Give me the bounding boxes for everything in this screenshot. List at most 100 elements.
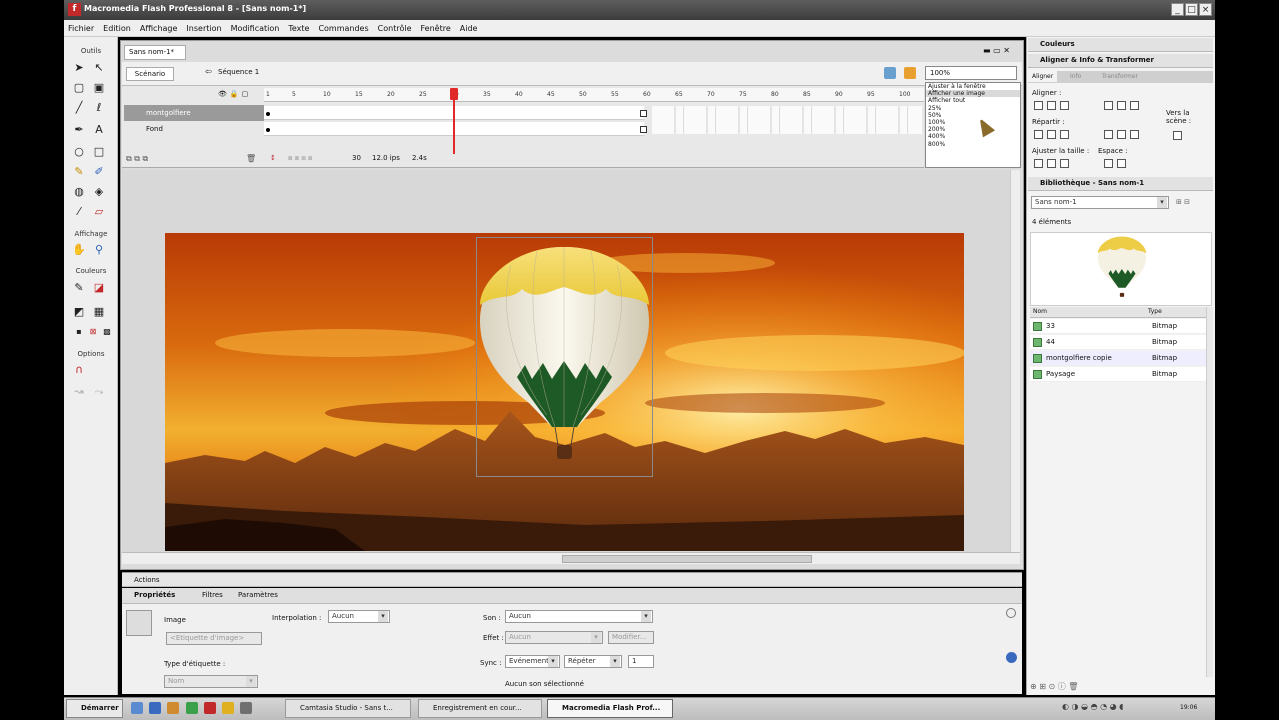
align-right-icon[interactable]	[1060, 101, 1069, 110]
repeat-select[interactable]: Répéter	[564, 655, 622, 668]
quicklaunch-icon[interactable]	[167, 702, 179, 714]
center-frame-icon[interactable]: ↕	[270, 154, 276, 162]
menu-aide[interactable]: Aide	[460, 20, 478, 37]
menu-texte[interactable]: Texte	[288, 20, 309, 37]
to-stage-toggle[interactable]	[1173, 131, 1182, 140]
align-middle-icon[interactable]	[1117, 101, 1126, 110]
selection-tool-icon[interactable]: ➤	[70, 59, 88, 77]
keyframe-end[interactable]	[640, 126, 647, 133]
library-select[interactable]: Sans nom-1	[1031, 196, 1169, 209]
tab-info[interactable]: Info	[1066, 71, 1085, 82]
paint-bucket-tool-icon[interactable]: ◈	[90, 183, 108, 201]
system-tray-icons[interactable]: ◐ ◑ ◒ ◓ ◔ ◕ ◖	[1062, 702, 1123, 711]
col-type[interactable]: Type	[1148, 308, 1162, 315]
library-item[interactable]: 33 Bitmap	[1030, 319, 1206, 334]
document-tab[interactable]: Sans nom-1*	[124, 45, 186, 60]
zoom-option[interactable]: 200%	[926, 126, 1020, 133]
align-top-icon[interactable]	[1104, 101, 1113, 110]
library-bottom-icons[interactable]: ⊕ ⊞ ⊙ ⓘ 🗑	[1030, 681, 1078, 692]
text-tool-icon[interactable]: A	[90, 121, 108, 139]
distribute-left-icon[interactable]	[1104, 130, 1113, 139]
space-horizontal-icon[interactable]	[1117, 159, 1126, 168]
zoom-option[interactable]: 800%	[926, 141, 1020, 148]
frame-ruler[interactable]: 1 5 10 15 20 25 30 35 40 45 50 55 60 65 …	[264, 88, 924, 102]
library-panel-header[interactable]: Bibliothèque - Sans nom-1	[1028, 177, 1213, 191]
sync-select[interactable]: Evénement	[505, 655, 560, 668]
back-arrow-icon[interactable]: ⇦	[205, 67, 212, 76]
default-colors-icon[interactable]: ▩	[98, 323, 116, 341]
keyframe-dot[interactable]	[266, 128, 270, 132]
fill-color-icon[interactable]: ◪	[90, 279, 108, 297]
start-button[interactable]: Démarrer	[66, 699, 123, 718]
zoom-option[interactable]: 50%	[926, 112, 1020, 119]
tab-filtres[interactable]: Filtres	[202, 591, 223, 599]
menu-fichier[interactable]: Fichier	[68, 20, 94, 37]
oval-tool-icon[interactable]: ○	[70, 143, 88, 161]
match-both-icon[interactable]	[1060, 159, 1069, 168]
quicklaunch-icon[interactable]	[131, 702, 143, 714]
gradient-transform-tool-icon[interactable]: ▣	[90, 79, 108, 97]
align-panel-header[interactable]: Aligner & Info & Transformer	[1028, 54, 1213, 68]
frame-label-input[interactable]: <Etiquette d'image>	[166, 632, 262, 645]
repeat-count-input[interactable]: 1	[628, 655, 654, 668]
smooth-icon[interactable]: ↝	[70, 383, 88, 401]
free-transform-tool-icon[interactable]: ▢	[70, 79, 88, 97]
keyframe-end[interactable]	[640, 110, 647, 117]
task-flash[interactable]: Macromedia Flash Prof...	[547, 699, 673, 718]
distribute-vcenter-icon[interactable]	[1047, 130, 1056, 139]
zoom-option[interactable]: 100%	[926, 119, 1020, 126]
line-tool-icon[interactable]: ╱	[70, 99, 88, 117]
keyframe-dot[interactable]	[266, 112, 270, 116]
menu-modification[interactable]: Modification	[231, 20, 280, 37]
menu-insertion[interactable]: Insertion	[186, 20, 221, 37]
match-height-icon[interactable]	[1047, 159, 1056, 168]
info-icon[interactable]	[1006, 652, 1017, 663]
match-width-icon[interactable]	[1034, 159, 1043, 168]
tab-properties[interactable]: Propriétés	[134, 591, 175, 599]
eraser-tool-icon[interactable]: ▱	[90, 203, 108, 221]
tab-transformer[interactable]: Transformer	[1098, 71, 1142, 82]
empty-frames[interactable]	[652, 106, 922, 134]
zoom-select[interactable]: 100%	[925, 66, 1017, 80]
swap-colors-icon[interactable]: ▦	[90, 303, 108, 321]
distribute-top-icon[interactable]	[1034, 130, 1043, 139]
snap-magnet-icon[interactable]: ∩	[70, 361, 88, 379]
maximize-button[interactable]: □	[1185, 3, 1198, 16]
edit-scene-icon[interactable]	[884, 67, 896, 79]
add-layer-icon[interactable]: ⧉ ⧉ ⧉	[126, 154, 148, 164]
pencil-tool-icon[interactable]: ✎	[70, 163, 88, 181]
scene-button[interactable]: Scénario	[126, 67, 174, 81]
lasso-tool-icon[interactable]: ℓ	[90, 99, 108, 117]
layer-toggles[interactable]: 👁🔒▢	[218, 90, 251, 98]
edit-sound-button[interactable]: Modifier...	[608, 631, 654, 644]
zoom-option[interactable]: Afficher tout	[926, 97, 1020, 104]
stage-canvas[interactable]	[165, 233, 964, 551]
menu-fenetre[interactable]: Fenêtre	[421, 20, 451, 37]
menu-controle[interactable]: Contrôle	[378, 20, 412, 37]
close-button[interactable]: ×	[1199, 3, 1212, 16]
library-scrollbar[interactable]	[1206, 307, 1213, 677]
task-recording[interactable]: Enregistrement en cour...	[418, 699, 542, 718]
brush-tool-icon[interactable]: ✐	[90, 163, 108, 181]
label-type-select[interactable]: Nom	[164, 675, 258, 688]
vertical-scrollbar[interactable]	[1010, 170, 1020, 552]
task-camtasia[interactable]: Camtasia Studio - Sans t...	[285, 699, 411, 718]
minimize-button[interactable]: _	[1171, 3, 1184, 16]
library-item[interactable]: Paysage Bitmap	[1030, 367, 1206, 382]
onion-skin-icons[interactable]: ⧈ ⧈ ⧈ ⧈	[288, 154, 312, 163]
distribute-hcenter-icon[interactable]	[1117, 130, 1126, 139]
library-item[interactable]: montgolfiere copie Bitmap	[1030, 351, 1206, 366]
align-bottom-icon[interactable]	[1130, 101, 1139, 110]
eyedropper-tool-icon[interactable]: ⁄	[70, 203, 88, 221]
edit-symbol-icon[interactable]	[904, 67, 916, 79]
library-pin-icons[interactable]: ⊞ ⊟	[1176, 198, 1190, 206]
quicklaunch-icon[interactable]	[149, 702, 161, 714]
quicklaunch-icon[interactable]	[186, 702, 198, 714]
straighten-icon[interactable]: ⤳	[90, 383, 108, 401]
effect-select[interactable]: Aucun	[505, 631, 603, 644]
colors-panel-header[interactable]: Couleurs	[1028, 38, 1213, 52]
sequence-label[interactable]: Séquence 1	[218, 68, 259, 76]
scroll-thumb[interactable]	[562, 555, 812, 563]
quicklaunch-icon[interactable]	[204, 702, 216, 714]
rectangle-tool-icon[interactable]: □	[90, 143, 108, 161]
